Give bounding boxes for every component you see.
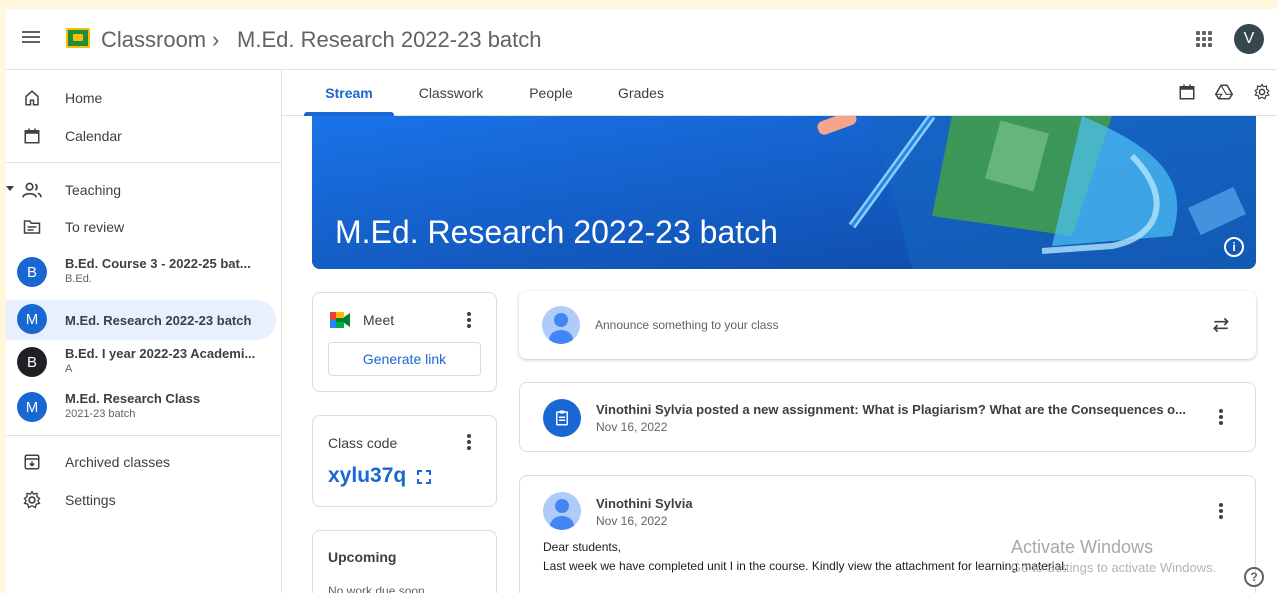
- sidebar-class-med-research-class[interactable]: M M.Ed. Research Class 2021-23 batch: [6, 388, 276, 428]
- post-date: Nov 16, 2022: [596, 514, 668, 528]
- google-drive-icon[interactable]: [1214, 83, 1235, 103]
- post-more-options-icon[interactable]: [1211, 407, 1231, 427]
- announcement-post: Vinothini Sylvia Nov 16, 2022 Dear stude…: [519, 475, 1256, 593]
- sidebar-class-bed-i-year[interactable]: B B.Ed. I year 2022-23 Academi... A: [6, 343, 276, 383]
- sidebar-item-to-review[interactable]: To review: [6, 207, 276, 247]
- google-apps-icon[interactable]: [1196, 31, 1212, 47]
- windows-activation-watermark: Activate Windows: [1011, 537, 1154, 557]
- user-avatar: [542, 306, 580, 344]
- post-date: Nov 16, 2022: [596, 420, 668, 434]
- class-avatar: B: [17, 257, 47, 287]
- classroom-app: Classroom › M.Ed. Research 2022-23 batch…: [6, 9, 1277, 593]
- windows-activation-hint: Go to Settings to activate Windows.: [1011, 560, 1217, 575]
- sidebar-item-teaching[interactable]: Teaching: [6, 170, 276, 210]
- meet-card: Meet Generate link: [312, 292, 497, 392]
- tab-grades[interactable]: Grades: [616, 70, 666, 116]
- sidebar-item-label: Calendar: [65, 128, 122, 144]
- poster-avatar: [543, 492, 581, 530]
- class-avatar: M: [17, 392, 47, 422]
- tab-people[interactable]: People: [526, 70, 576, 116]
- sidebar-class-med-research-2022[interactable]: M M.Ed. Research 2022-23 batch: [6, 300, 276, 340]
- classroom-logo-icon[interactable]: [66, 28, 90, 48]
- breadcrumb-class-title: M.Ed. Research 2022-23 batch: [237, 27, 542, 52]
- folder-review-icon: [22, 217, 42, 237]
- class-banner: M.Ed. Research 2022-23 batch i: [312, 116, 1256, 269]
- banner-class-title: M.Ed. Research 2022-23 batch: [335, 214, 778, 250]
- class-code-card: Class code xylu37q: [312, 415, 497, 507]
- sidebar-item-label: Home: [65, 90, 103, 106]
- upcoming-title: Upcoming: [328, 549, 397, 565]
- gear-icon: [22, 490, 42, 510]
- sidebar-item-calendar[interactable]: Calendar: [6, 116, 276, 156]
- class-section: B.Ed.: [65, 273, 92, 285]
- post-body-line: Dear students,: [543, 540, 622, 554]
- class-code-value: xylu37q: [328, 464, 407, 487]
- post-body-line: Last week we have completed unit I in th…: [543, 559, 1068, 573]
- class-section: 2021-23 batch: [65, 408, 136, 420]
- sidebar-item-label: To review: [65, 219, 125, 235]
- post-more-options-icon[interactable]: [1211, 501, 1231, 521]
- repost-icon[interactable]: [1211, 315, 1231, 335]
- calendar-icon[interactable]: [1178, 83, 1198, 103]
- class-name: B.Ed. Course 3 - 2022-25 bat...: [65, 256, 251, 271]
- top-bar: Classroom › M.Ed. Research 2022-23 batch…: [6, 9, 1277, 70]
- sidebar-divider: [6, 435, 282, 436]
- expand-arrow-icon[interactable]: [6, 186, 14, 191]
- sidebar-class-bed-course-3[interactable]: B B.Ed. Course 3 - 2022-25 bat... B.Ed.: [6, 253, 276, 293]
- main-menu-icon[interactable]: [20, 28, 42, 50]
- sidebar-item-label: Archived classes: [65, 454, 171, 470]
- sidebar-item-label: Teaching: [65, 182, 122, 198]
- home-icon: [22, 88, 42, 108]
- assignment-post[interactable]: Vinothini Sylvia posted a new assignment…: [519, 382, 1256, 452]
- poster-name: Vinothini Sylvia: [596, 496, 693, 511]
- people-icon: [22, 180, 42, 200]
- sidebar: Home Calendar Teaching To review B B.Ed.…: [6, 70, 282, 593]
- sidebar-item-label: Settings: [65, 492, 116, 508]
- upcoming-card: Upcoming No work due soon: [312, 530, 497, 593]
- calendar-icon: [22, 126, 42, 146]
- breadcrumb-separator: ›: [212, 27, 220, 52]
- tab-stream[interactable]: Stream: [304, 70, 394, 116]
- assignment-icon: [543, 399, 581, 437]
- class-code-label: Class code: [328, 435, 398, 451]
- tab-classwork[interactable]: Classwork: [416, 70, 486, 116]
- app-title[interactable]: Classroom: [101, 27, 206, 53]
- account-avatar[interactable]: V: [1234, 24, 1264, 54]
- archive-icon: [22, 452, 42, 472]
- class-name: M.Ed. Research Class: [65, 391, 201, 406]
- sidebar-divider: [6, 162, 282, 163]
- meet-title: Meet: [363, 312, 395, 328]
- sidebar-item-archived[interactable]: Archived classes: [6, 442, 276, 482]
- meet-more-options-icon[interactable]: [459, 310, 479, 330]
- announce-box[interactable]: Announce something to your class: [519, 291, 1256, 359]
- generate-link-button[interactable]: Generate link: [328, 342, 481, 376]
- class-name: M.Ed. Research 2022-23 batch: [65, 312, 252, 328]
- sidebar-item-settings[interactable]: Settings: [6, 480, 276, 520]
- upcoming-empty-text: No work due soon: [328, 584, 425, 593]
- sidebar-item-home[interactable]: Home: [6, 78, 276, 118]
- class-info-icon[interactable]: i: [1224, 237, 1244, 257]
- class-code-more-options-icon[interactable]: [459, 432, 479, 452]
- class-settings-gear-icon[interactable]: [1253, 83, 1273, 103]
- google-meet-icon: [328, 311, 352, 329]
- class-tabs: Stream Classwork People Grades: [282, 70, 1277, 116]
- help-icon[interactable]: ?: [1244, 567, 1264, 587]
- class-avatar: M: [17, 304, 47, 334]
- class-section: A: [65, 363, 73, 375]
- post-title[interactable]: Vinothini Sylvia posted a new assignment…: [596, 402, 1196, 417]
- fullscreen-icon[interactable]: [417, 470, 431, 484]
- class-name: B.Ed. I year 2022-23 Academi...: [65, 346, 256, 361]
- announce-placeholder[interactable]: Announce something to your class: [595, 318, 778, 332]
- class-avatar: B: [17, 347, 47, 377]
